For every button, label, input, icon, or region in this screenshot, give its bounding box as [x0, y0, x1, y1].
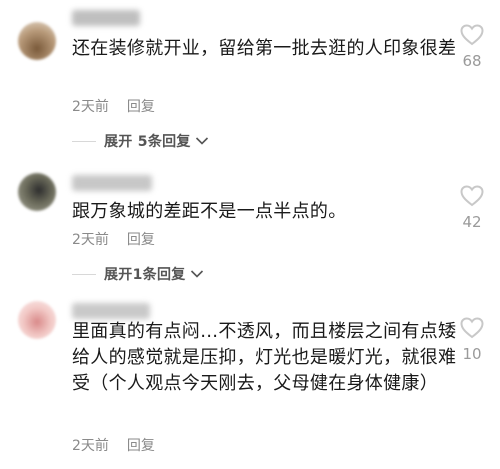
username-blurred[interactable]: [72, 175, 152, 191]
chevron-down-icon: [190, 270, 203, 278]
comment-text: 跟万象城的差距不是一点半点的。: [72, 201, 347, 222]
like-button[interactable]: 10: [452, 317, 492, 363]
comment-text: 还在装修就开业，留给第一批去逛的人印象很差: [72, 38, 457, 59]
comment-item: 跟万象城的差距不是一点半点的。 2天前 回复 42 展开1条回复: [0, 165, 500, 290]
comment-item: 里面真的有点闷…不透风，而且楼层之间有点矮给人的感觉就是压抑，灯光也是暖灯光，就…: [0, 295, 500, 469]
divider: [72, 273, 96, 275]
like-count: 42: [462, 213, 482, 231]
username-blurred[interactable]: [72, 303, 150, 319]
expand-replies-button[interactable]: 展开1条回复: [72, 264, 204, 284]
chevron-down-icon: [195, 137, 208, 145]
expand-replies-label: 展开 5条回复: [104, 134, 191, 150]
heart-outline-icon: [460, 24, 484, 46]
comment-meta: 2天前 回复: [72, 435, 155, 455]
username-blurred[interactable]: [72, 10, 140, 26]
comment-time: 2天前: [72, 438, 109, 454]
comment-meta: 2天前 回复: [72, 96, 155, 116]
avatar[interactable]: [18, 22, 56, 60]
like-button[interactable]: 42: [452, 185, 492, 231]
comment-item: 还在装修就开业，留给第一批去逛的人印象很差 2天前 回复 68 展开 5条回复: [0, 0, 500, 160]
comment-text: 里面真的有点闷…不透风，而且楼层之间有点矮给人的感觉就是压抑，灯光也是暖灯光，就…: [72, 321, 457, 394]
comment-time: 2天前: [72, 232, 109, 248]
like-count: 10: [462, 345, 482, 363]
comment-time: 2天前: [72, 99, 109, 115]
avatar[interactable]: [18, 301, 56, 339]
reply-button[interactable]: 回复: [127, 232, 155, 248]
avatar[interactable]: [18, 173, 56, 211]
divider: [72, 140, 96, 142]
expand-replies-label: 展开1条回复: [104, 267, 186, 283]
reply-button[interactable]: 回复: [127, 99, 155, 115]
like-count: 68: [462, 52, 482, 70]
comment-meta: 2天前 回复: [72, 229, 155, 249]
expand-replies-button[interactable]: 展开 5条回复: [72, 131, 209, 151]
heart-outline-icon: [460, 317, 484, 339]
reply-button[interactable]: 回复: [127, 438, 155, 454]
heart-outline-icon: [460, 185, 484, 207]
like-button[interactable]: 68: [452, 24, 492, 70]
